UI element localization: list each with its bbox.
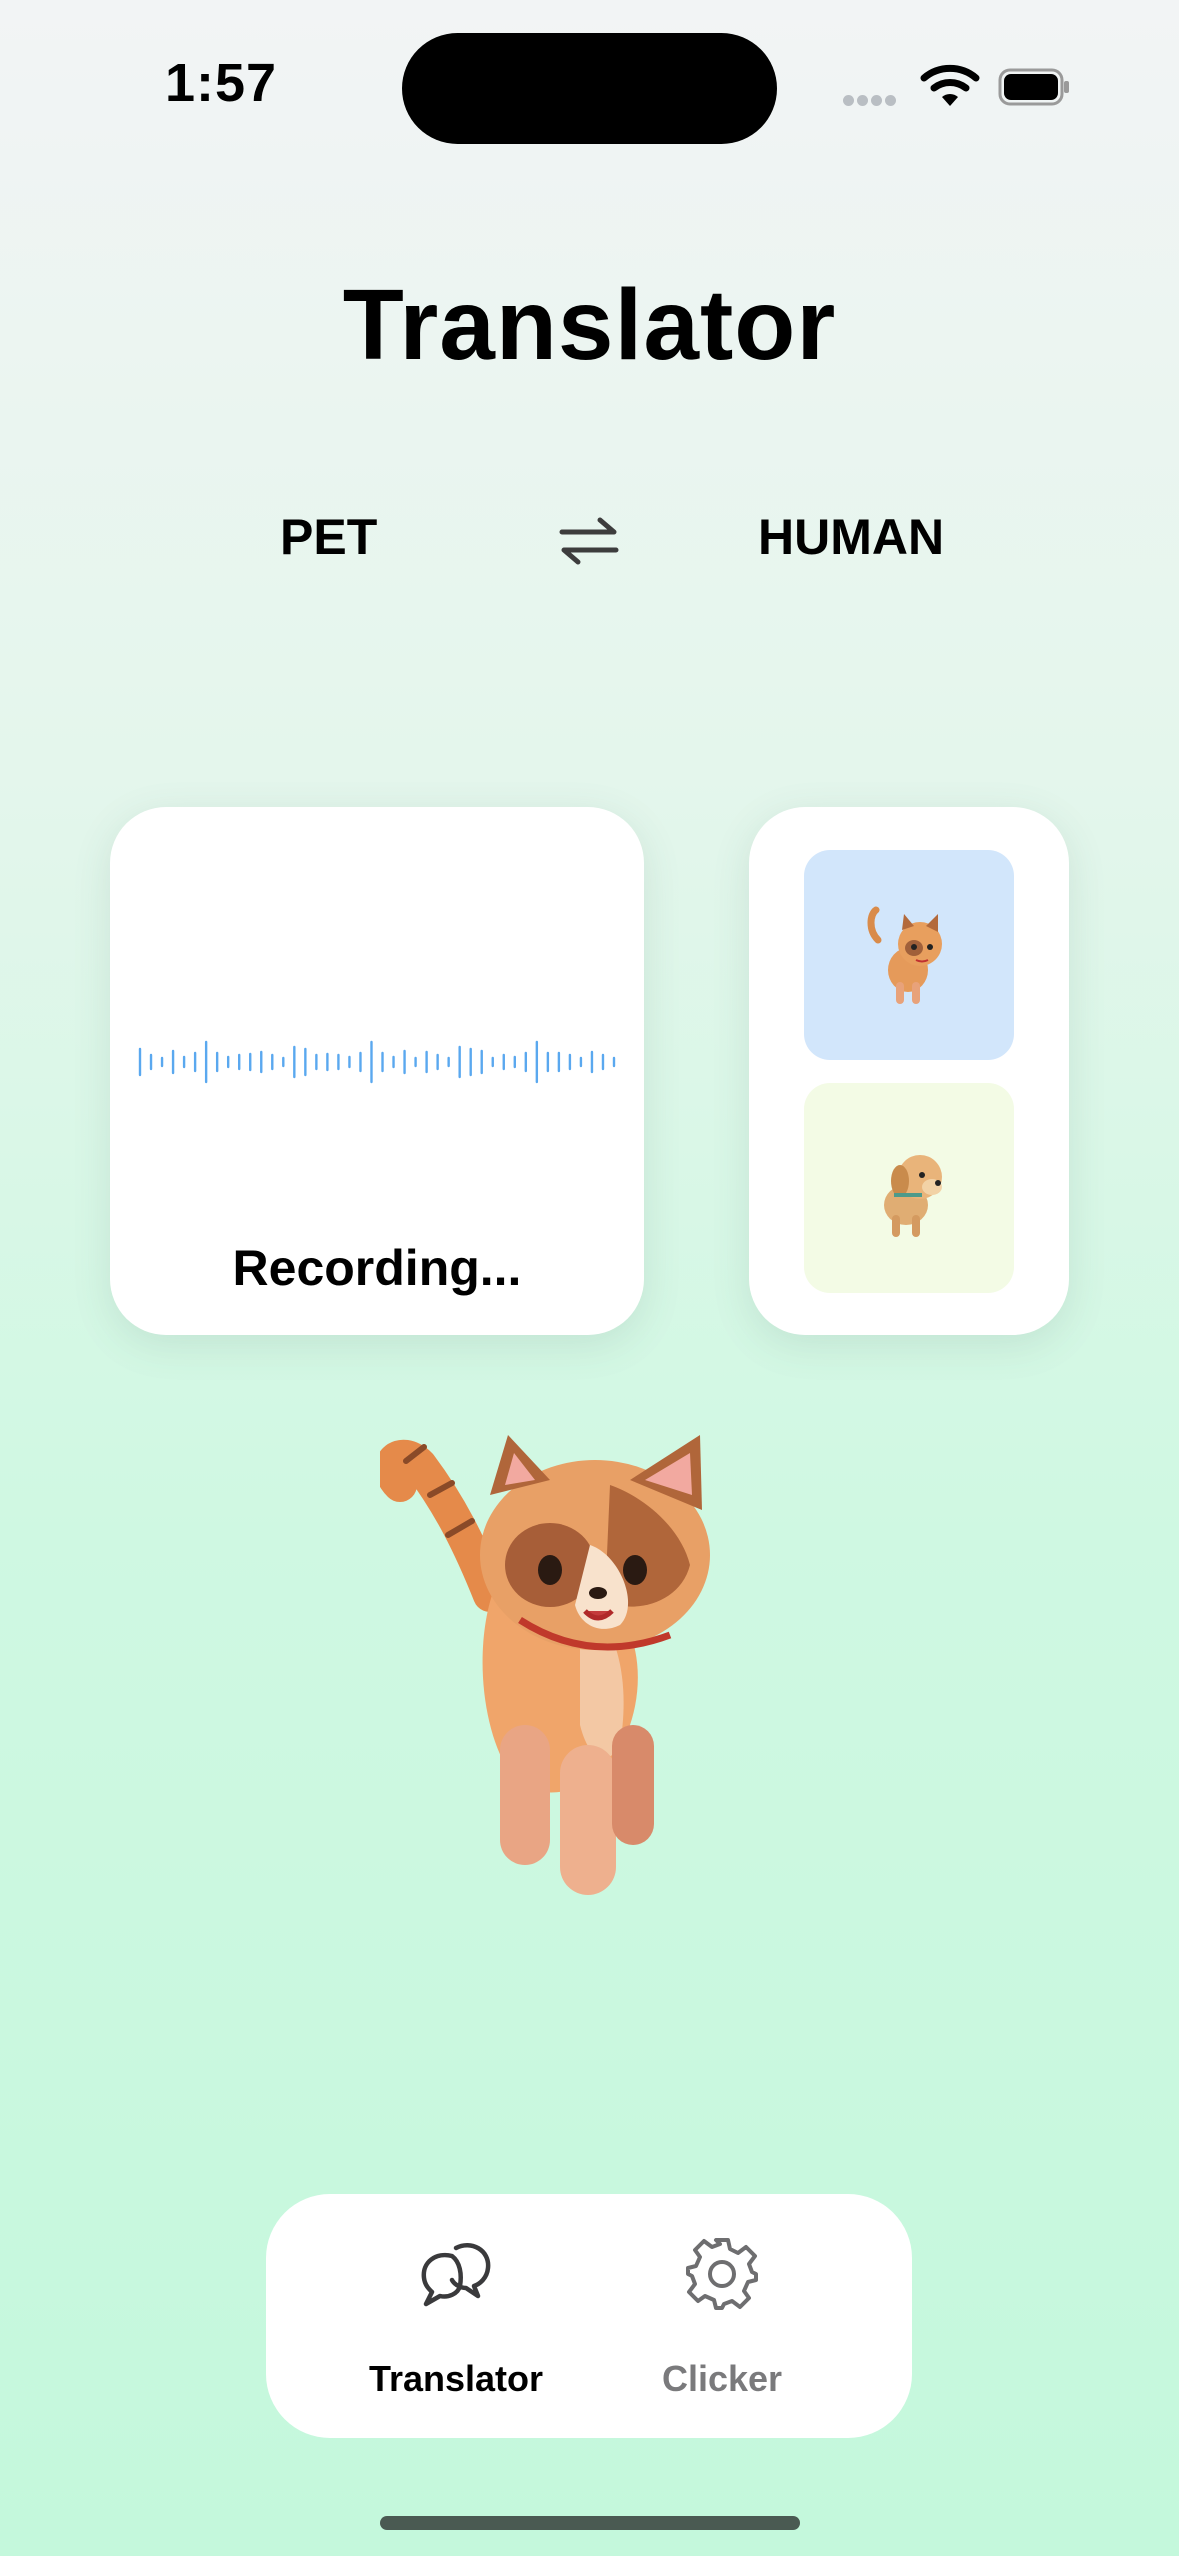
- pet-option-dog[interactable]: [804, 1083, 1014, 1293]
- cellular-signal-icon: [843, 93, 899, 111]
- cat-icon: [867, 906, 942, 1004]
- tab-clicker[interactable]: Clicker: [602, 2194, 842, 2438]
- tab-translator-label: Translator: [368, 2358, 544, 2399]
- recording-status: Recording...: [232, 1240, 522, 1296]
- tab-clicker-label: Clicker: [661, 2358, 783, 2399]
- home-indicator: [380, 2516, 800, 2530]
- tab-bar: Translator Clicker: [266, 2194, 912, 2438]
- target-language[interactable]: HUMAN: [758, 508, 944, 566]
- tab-translator[interactable]: Translator: [336, 2194, 576, 2438]
- swap-arrows-icon[interactable]: [556, 508, 622, 574]
- dog-icon: [884, 1155, 942, 1237]
- cat-illustration: [380, 1435, 710, 1895]
- battery-icon: [998, 68, 1069, 106]
- pet-option-cat[interactable]: [804, 850, 1014, 1060]
- gear-icon: [686, 2238, 758, 2310]
- source-language[interactable]: PET: [280, 508, 377, 566]
- wifi-icon: [920, 64, 980, 106]
- dynamic-island: [402, 33, 777, 144]
- status-time: 1:57: [165, 53, 278, 113]
- audio-waveform: [138, 1040, 616, 1084]
- recording-card[interactable]: Recording...: [110, 807, 644, 1335]
- pet-selector: [749, 807, 1069, 1335]
- page-title: Translator: [342, 269, 837, 381]
- chat-bubbles-icon: [421, 2242, 491, 2307]
